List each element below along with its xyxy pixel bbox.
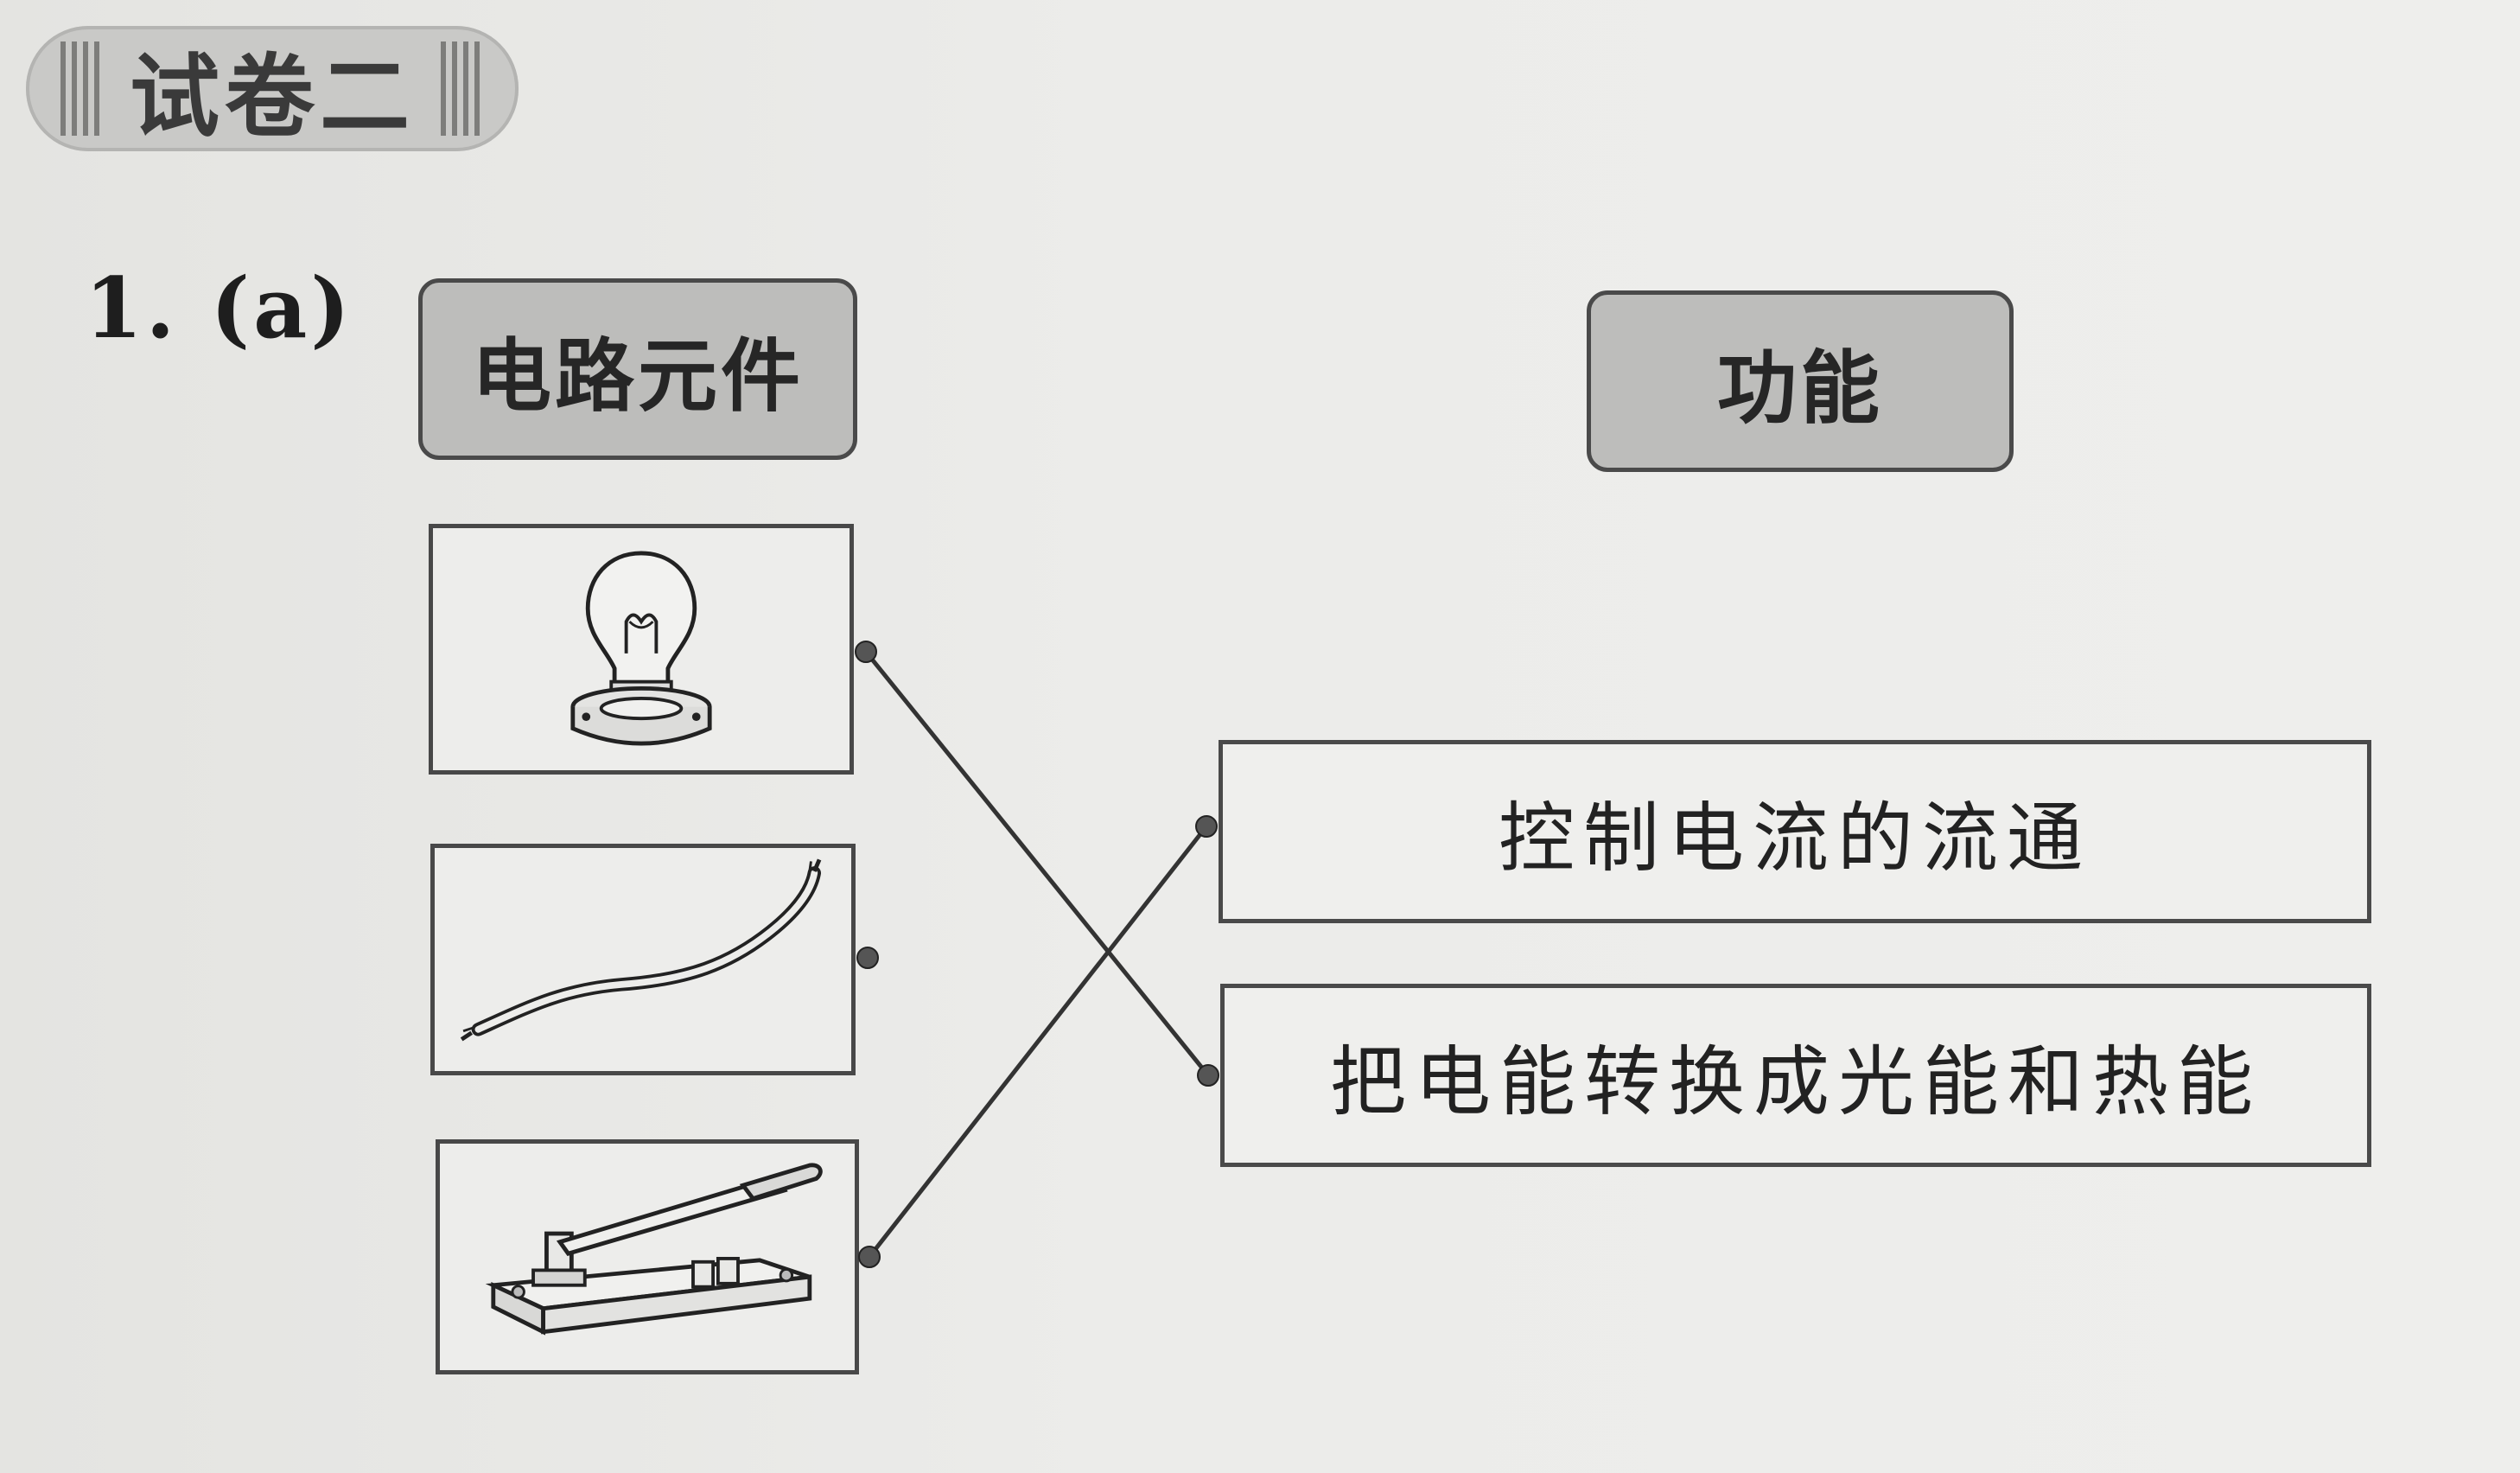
section-banner: 试卷二: [26, 26, 519, 151]
function-header: 功能: [1587, 290, 2014, 472]
components-header: 电路元件: [418, 278, 857, 460]
endpoint-switch[interactable]: [858, 1246, 881, 1268]
endpoint-convert[interactable]: [1197, 1064, 1219, 1087]
component-light-bulb[interactable]: [429, 524, 854, 775]
endpoint-wire[interactable]: [856, 947, 879, 969]
function-convert-energy[interactable]: 把电能转换成光能和热能: [1220, 984, 2371, 1167]
section-title: 试卷二: [129, 44, 415, 150]
match-connectors: [855, 641, 1219, 1268]
connector-bulb-to-convert: [864, 650, 1210, 1077]
knife-switch-icon: [485, 1163, 823, 1336]
question-number: 1. (a): [85, 259, 353, 357]
component-knife-switch[interactable]: [436, 1139, 859, 1374]
endpoint-control[interactable]: [1195, 815, 1218, 838]
banner-stripes-left: [60, 41, 104, 136]
question-index: 1.: [85, 259, 179, 357]
function-control-current[interactable]: 控制电流的流通: [1219, 740, 2371, 923]
endpoint-bulb[interactable]: [855, 641, 877, 663]
component-wire[interactable]: [430, 844, 856, 1075]
worksheet-page: 试卷二 1. (a) 电路元件 功能 控制电流的流通 把电能转换成光能和热能: [0, 0, 2520, 1473]
connector-switch-to-control: [868, 825, 1208, 1259]
question-part: (a): [210, 259, 353, 357]
light-bulb-icon: [570, 551, 712, 746]
banner-stripes-right: [441, 41, 484, 136]
wire-icon: [460, 858, 822, 1042]
